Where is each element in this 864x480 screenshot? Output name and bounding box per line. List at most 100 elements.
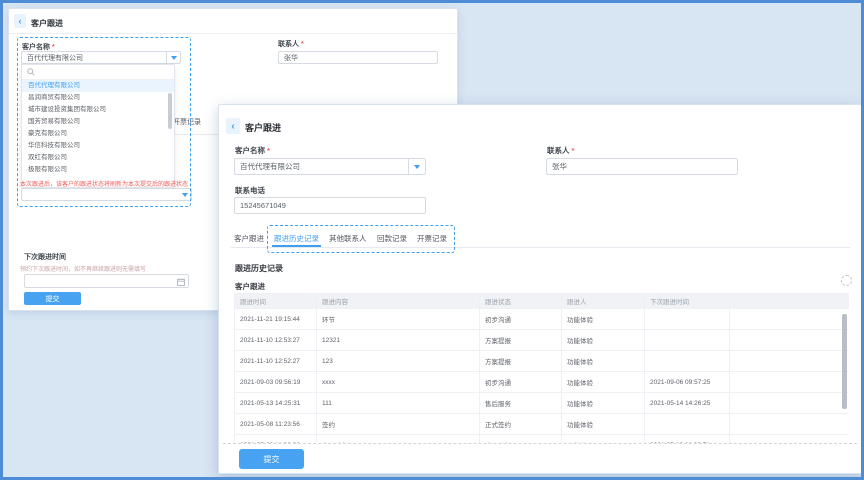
phone-label: 联系电话 [235, 185, 265, 196]
cell-next-time [645, 309, 730, 330]
follow-status-select[interactable] [21, 188, 192, 201]
cell-follow-person: 功能体验 [562, 372, 645, 393]
fullscreen-icon[interactable] [841, 275, 852, 286]
customer-follow-up-window-foreground: ‹ 客户跟进 客户名称* 百代代理有限公司 联系人* 张华 联系电话 15245… [218, 104, 863, 474]
cell-follow-content: 111 [317, 393, 480, 414]
table-row[interactable]: 2021-05-08 11:22:38 合同谈判 合同谈判 功能体验 2021-… [235, 435, 850, 444]
cell-follow-content: 12321 [317, 330, 480, 351]
cell-follow-status: 正式签约 [480, 414, 562, 435]
dropdown-option[interactable]: 城市建设投资集团有限公司 [22, 104, 174, 116]
tab-invoice-records[interactable]: 开票记录 [417, 233, 447, 244]
table-row[interactable]: 2021-11-10 12:53:27 12321 方案提报 功能体验 [235, 330, 850, 351]
cell-follow-status: 售后服务 [480, 393, 562, 414]
calendar-icon [177, 278, 185, 286]
customer-dropdown-panel: 百代代理有限公司 昌润商贸有限公司 城市建设投资集团有限公司 国芳贸易有限公司 … [21, 64, 175, 188]
back-button[interactable]: ‹ [14, 14, 26, 28]
customer-name-label: 客户名称* [235, 145, 270, 156]
table-scrollbar[interactable] [842, 314, 847, 409]
active-tab-underline [272, 245, 321, 247]
cell-empty [730, 393, 850, 414]
cell-empty [730, 330, 850, 351]
cell-follow-time: 2021-05-08 11:23:56 [235, 414, 317, 435]
cell-next-time [645, 330, 730, 351]
dropdown-scrollbar[interactable] [168, 93, 172, 129]
customer-name-select[interactable]: 百代代理有限公司 [234, 158, 426, 175]
dropdown-caret-icon[interactable] [166, 52, 180, 63]
contact-input[interactable]: 张华 [546, 158, 738, 175]
next-follow-time-hint: 预约下次跟进时间，如不再继续跟进则无需填写 [20, 264, 146, 273]
back-button[interactable]: ‹ [226, 118, 240, 134]
cell-next-time [645, 351, 730, 372]
dropdown-caret-icon[interactable] [178, 189, 191, 200]
cell-empty [730, 414, 850, 435]
cell-follow-person: 功能体验 [562, 414, 645, 435]
next-follow-time-label: 下次跟进时间 [24, 252, 66, 262]
page-title: 客户跟进 [31, 18, 63, 29]
cell-follow-time: 2021-11-21 19:15:44 [235, 309, 317, 330]
submit-button[interactable]: 提交 [239, 449, 304, 469]
cell-follow-status: 初步沟通 [480, 372, 562, 393]
cell-follow-status: 合同谈判 [480, 435, 562, 444]
cell-next-time: 2021-05-19 11:23:51 [645, 435, 730, 444]
submit-button[interactable]: 提交 [24, 292, 81, 305]
table-row[interactable]: 2021-05-08 11:23:56 签约 正式签约 功能体验 [235, 414, 850, 435]
contact-label: 联系人* [547, 145, 574, 156]
table-header-row: 跟进时间 跟进内容 跟进状态 跟进人 下次跟进时间 [235, 294, 850, 309]
dropdown-option[interactable]: 双红有限公司 [22, 152, 174, 164]
dropdown-option[interactable]: 国芳贸易有限公司 [22, 116, 174, 128]
status-warning-text: 本次跟进后，该客户的跟进状态将刷新为本次提交后的跟进状态 [20, 179, 188, 188]
table-row[interactable]: 2021-11-21 19:15:44 环节 初步沟通 功能体验 [235, 309, 850, 330]
cell-follow-person: 功能体验 [562, 435, 645, 444]
next-follow-time-input[interactable] [24, 274, 189, 288]
tab-follow-history[interactable]: 跟进历史记录 [274, 233, 319, 244]
dropdown-option[interactable]: 昌润商贸有限公司 [22, 92, 174, 104]
cell-empty [730, 351, 850, 372]
header-divider [9, 33, 457, 34]
cell-follow-content: 123 [317, 351, 480, 372]
cell-follow-person: 功能体验 [562, 393, 645, 414]
col-header-next-time: 下次跟进时间 [645, 294, 730, 309]
tab-invoice-records[interactable]: 开票记录 [173, 117, 201, 127]
cell-follow-person: 功能体验 [562, 330, 645, 351]
dropdown-caret-icon[interactable] [408, 159, 425, 174]
table-title: 客户跟进 [235, 281, 265, 292]
cell-next-time: 2021-05-14 14:26:25 [645, 393, 730, 414]
table-row[interactable]: 2021-09-03 09:56:19 xxxx 初步沟通 功能体验 2021-… [235, 372, 850, 393]
customer-name-select[interactable]: 百代代理有限公司 [21, 51, 181, 64]
dropdown-option[interactable]: 百代代理有限公司 [22, 80, 174, 92]
cell-next-time: 2021-09-06 09:57:25 [645, 372, 730, 393]
contact-label: 联系人* [278, 39, 304, 49]
cell-follow-time: 2021-09-03 09:56:19 [235, 372, 317, 393]
cell-follow-status: 方案提报 [480, 330, 562, 351]
phone-input[interactable]: 15245671049 [234, 197, 426, 214]
cell-follow-time: 2021-05-13 14:25:31 [235, 393, 317, 414]
col-header-follow-time: 跟进时间 [235, 294, 317, 309]
tab-customer-follow-up[interactable]: 客户跟进 [234, 233, 264, 244]
tab-other-contacts[interactable]: 其他联系人 [329, 233, 367, 244]
table-row[interactable]: 2021-05-13 14:25:31 111 售后服务 功能体验 2021-0… [235, 393, 850, 414]
section-title: 跟进历史记录 [235, 263, 283, 274]
cell-empty [730, 435, 850, 444]
search-icon [27, 68, 35, 76]
dropdown-option[interactable]: 极限有限公司 [22, 164, 174, 176]
col-header-empty [730, 294, 850, 309]
dropdown-option[interactable]: 华信科技有限公司 [22, 140, 174, 152]
cell-follow-person: 功能体验 [562, 309, 645, 330]
cell-empty [730, 372, 850, 393]
cell-follow-person: 功能体验 [562, 351, 645, 372]
cell-follow-time: 2021-05-08 11:22:38 [235, 435, 317, 444]
cell-follow-time: 2021-11-10 12:53:27 [235, 330, 317, 351]
col-header-follow-content: 跟进内容 [317, 294, 480, 309]
cell-next-time [645, 414, 730, 435]
cell-follow-content: 签约 [317, 414, 480, 435]
col-header-follow-person: 跟进人 [562, 294, 645, 309]
col-header-follow-status: 跟进状态 [480, 294, 562, 309]
cell-follow-status: 方案提报 [480, 351, 562, 372]
cell-follow-content: 环节 [317, 309, 480, 330]
dropdown-search-input[interactable] [22, 65, 174, 80]
table-row[interactable]: 2021-11-10 12:52:27 123 方案提报 功能体验 [235, 351, 850, 372]
cell-follow-content: 合同谈判 [317, 435, 480, 444]
tab-payment-records[interactable]: 回款记录 [377, 233, 407, 244]
contact-input[interactable]: 张华 [278, 51, 438, 64]
dropdown-option[interactable]: 豪克有限公司 [22, 128, 174, 140]
